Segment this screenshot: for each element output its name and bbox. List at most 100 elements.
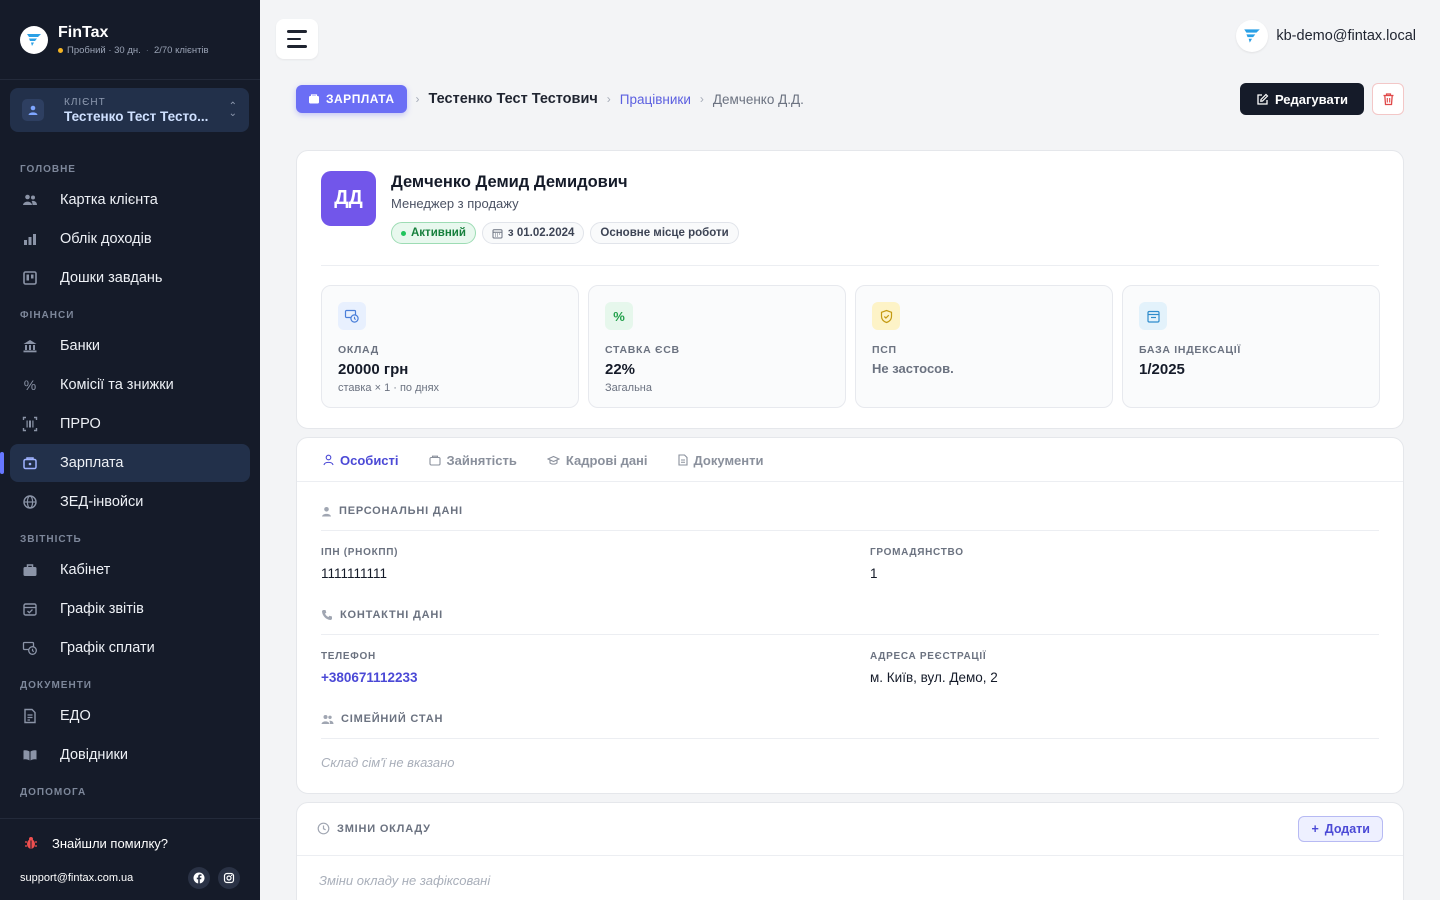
tab-hr[interactable]: Кадрові дані — [546, 438, 648, 482]
section-contacts-label: КОНТАКТНІ ДАНІ — [340, 609, 443, 621]
status-label: Активний — [411, 227, 466, 239]
calendar-check-icon — [22, 601, 38, 617]
money-clock-icon — [338, 302, 366, 330]
sidebar-item-zed[interactable]: ЗЕД-інвойси — [10, 483, 250, 521]
phone-link[interactable]: +380671112233 — [321, 670, 418, 685]
instagram-icon[interactable] — [218, 867, 240, 889]
section-family-label: СІМЕЙНИЙ СТАН — [341, 713, 444, 725]
trial-label: Пробний · 30 дн. — [67, 44, 141, 56]
breadcrumb: ЗАРПЛАТА › Тестенко Тест Тестович › Прац… — [296, 85, 804, 113]
sidebar-item-cabinet[interactable]: Кабінет — [10, 551, 250, 589]
workplace-badge: Основне місце роботи — [590, 222, 739, 244]
status-dot-icon — [401, 230, 406, 236]
menu-toggle-button[interactable] — [276, 19, 318, 59]
sidebar-item-label: Дошки завдань — [60, 270, 163, 286]
client-label: КЛІЄНТ — [64, 96, 106, 108]
section-personal-title: ПЕРСОНАЛЬНІ ДАНІ — [321, 505, 463, 517]
chevron-right-icon: › — [606, 92, 611, 106]
delete-button[interactable] — [1372, 83, 1404, 115]
divider — [321, 265, 1379, 266]
sidebar-item-label: Облік доходів — [60, 231, 152, 247]
add-salary-change-button[interactable]: + Додати — [1298, 816, 1383, 842]
sidebar-item-banks[interactable]: Банки — [10, 327, 250, 365]
tab-hr-label: Кадрові дані — [565, 452, 648, 468]
tab-documents[interactable]: Документи — [677, 438, 764, 482]
tab-employment[interactable]: Зайнятість — [428, 438, 517, 482]
report-bug-link[interactable]: Знайшли помилку? — [0, 819, 260, 867]
employee-role: Менеджер з продажу — [391, 196, 519, 211]
sidebar-item-commissions[interactable]: % Комісії та знижки — [10, 366, 250, 404]
phone-label: ТЕЛЕФОН — [321, 651, 376, 662]
citizenship-value: 1 — [870, 566, 878, 581]
shield-check-icon — [872, 302, 900, 330]
user-avatar-icon — [1236, 20, 1269, 52]
trash-icon — [1382, 92, 1395, 106]
wallet-icon — [22, 455, 38, 471]
address-label: АДРЕСА РЕЄСТРАЦІЇ — [870, 651, 987, 662]
client-name: Тестенко Тест Тесто... — [64, 108, 209, 124]
divider — [321, 530, 1379, 531]
percent-icon: % — [23, 377, 37, 393]
ipn-value: 1111111111 — [321, 566, 388, 581]
employee-avatar: ДД — [321, 171, 376, 226]
sidebar-footer: Знайшли помилку? support@fintax.com.ua — [0, 818, 260, 900]
support-row: support@fintax.com.ua — [0, 867, 260, 889]
family-empty-text: Склад сім'ї не вказано — [321, 755, 455, 770]
sidebar-item-directories[interactable]: Довідники — [10, 736, 250, 774]
trial-dot-icon — [58, 47, 63, 53]
breadcrumb-client[interactable]: Тестенко Тест Тестович — [429, 91, 598, 107]
document-sign-icon — [22, 708, 38, 724]
edit-button[interactable]: Редагувати — [1240, 83, 1364, 115]
sidebar-item-label: Картка клієнта — [60, 192, 158, 208]
clients-count: 2/70 клієнтів — [153, 44, 209, 56]
facebook-icon[interactable] — [188, 867, 210, 889]
user-menu[interactable]: kb-demo@fintax.local — [1236, 20, 1416, 52]
sidebar-item-salary[interactable]: Зарплата — [0, 444, 250, 482]
users-icon — [22, 192, 38, 208]
nav-section-main: ГОЛОВНЕ — [20, 164, 76, 175]
chevron-up-down-icon: ⌃ ⌄ — [228, 101, 237, 119]
client-selector[interactable]: КЛІЄНТ Тестенко Тест Тесто... ⌃ ⌄ — [10, 88, 249, 132]
stat-psp: ПСП Не застосов. — [855, 285, 1113, 408]
bank-icon — [22, 338, 38, 354]
breadcrumb-section-label: ЗАРПЛАТА — [326, 92, 395, 106]
menu-line-icon — [287, 37, 301, 41]
salary-changes-card: ЗМІНИ ОКЛАДУ + Додати Зміни окладу не за… — [296, 802, 1404, 900]
stat-index-label: БАЗА ІНДЕКСАЦІЇ — [1139, 344, 1241, 356]
sidebar-item-label: ПРРО — [60, 416, 101, 432]
sidebar-item-label: ЕДО — [60, 708, 91, 724]
sidebar-item-tasks[interactable]: Дошки завдань — [10, 259, 250, 297]
stat-esv-value: 22% — [605, 361, 636, 378]
sidebar-item-income[interactable]: Облік доходів — [10, 220, 250, 258]
sidebar-item-prro[interactable]: ПРРО — [10, 405, 250, 443]
report-bug-label: Знайшли помилку? — [52, 835, 169, 851]
stat-salary-label: ОКЛАД — [338, 344, 379, 356]
sidebar-item-edo[interactable]: ЕДО — [10, 697, 250, 735]
nav-section-reports: ЗВІТНІСТЬ — [20, 534, 82, 545]
support-email[interactable]: support@fintax.com.ua — [20, 872, 133, 884]
stat-index-value: 1/2025 — [1139, 361, 1185, 378]
section-family-title: СІМЕЙНИЙ СТАН — [321, 713, 443, 725]
globe-icon — [22, 494, 38, 510]
sidebar-item-payment-schedule[interactable]: Графік сплати — [10, 629, 250, 667]
edit-icon — [1256, 93, 1269, 106]
tab-personal[interactable]: Особисті — [323, 438, 399, 482]
sidebar-item-label: Графік звітів — [60, 601, 144, 617]
sidebar-item-report-schedule[interactable]: Графік звітів — [10, 590, 250, 628]
main-nav: ГОЛОВНЕ Картка клієнта Облік доходів Дош… — [0, 152, 260, 803]
brand[interactable]: FinTax Пробний · 30 дн. · 2/70 клієнтів — [0, 0, 260, 80]
user-icon — [323, 454, 334, 466]
wallet-icon — [308, 93, 320, 105]
employee-tags: Активний з 01.02.2024 Основне місце робо… — [391, 222, 739, 244]
breadcrumb-employees[interactable]: Працівники — [620, 92, 691, 107]
sidebar-item-label: Графік сплати — [60, 640, 155, 656]
salary-changes-title: ЗМІНИ ОКЛАДУ — [317, 822, 431, 835]
calendar-icon — [492, 228, 503, 239]
stats-row: ОКЛАД 20000 грн ставка × 1 · по днях % С… — [321, 285, 1380, 408]
sidebar-item-label: Банки — [60, 338, 101, 354]
sidebar-item-client-card[interactable]: Картка клієнта — [10, 181, 250, 219]
divider — [321, 634, 1379, 635]
breadcrumb-section-salary[interactable]: ЗАРПЛАТА — [296, 85, 407, 113]
barcode-icon — [22, 416, 38, 432]
client-user-icon — [22, 99, 44, 121]
